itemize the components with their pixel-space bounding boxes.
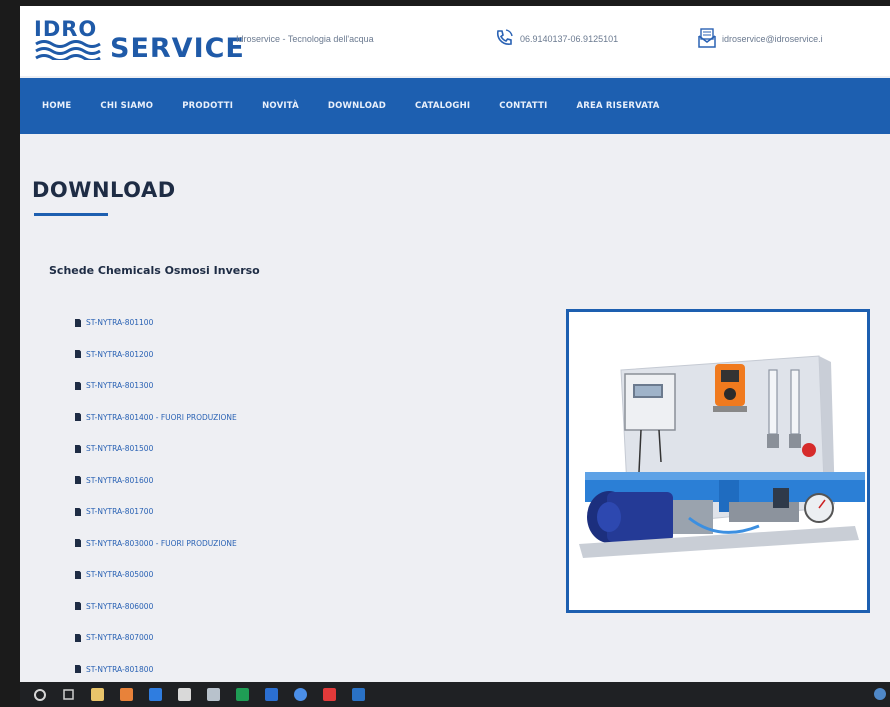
list-item[interactable]: ST-NYTRA-806000 xyxy=(74,591,394,623)
main-navigation: HOME CHI SIAMO PRODOTTI NOVITÀ DOWNLOAD … xyxy=(20,78,890,134)
download-link[interactable]: ST-NYTRA-801600 xyxy=(86,476,153,485)
contact-email[interactable]: idroservice@idroservice.i xyxy=(722,34,823,44)
download-link[interactable]: ST-NYTRA-801800 xyxy=(86,665,153,674)
logo-bottom-text: SERVICE xyxy=(110,33,245,64)
chrome-icon[interactable] xyxy=(294,688,307,701)
acrobat-icon[interactable] xyxy=(323,688,336,701)
browser-viewport: IDRO SERVICE Idroservice - Tecnologia de… xyxy=(20,6,890,682)
file-icon xyxy=(75,539,81,548)
file-icon xyxy=(75,318,81,327)
download-link[interactable]: ST-NYTRA-801100 xyxy=(86,318,153,327)
phone-icon xyxy=(496,29,513,45)
product-image xyxy=(566,309,870,613)
section-title: Schede Chemicals Osmosi Inverso xyxy=(49,264,260,277)
windows-taskbar xyxy=(20,682,890,707)
nav-cataloghi[interactable]: CATALOGHI xyxy=(415,101,470,111)
file-icon xyxy=(75,633,81,642)
download-link[interactable]: ST-NYTRA-801300 xyxy=(86,381,153,390)
start-icon[interactable] xyxy=(34,688,46,701)
file-icon xyxy=(75,602,81,611)
envelope-icon xyxy=(698,28,716,48)
nav-home[interactable]: HOME xyxy=(42,101,71,111)
download-link[interactable]: ST-NYTRA-806000 xyxy=(86,602,153,611)
file-icon xyxy=(75,665,81,674)
download-link[interactable]: ST-NYTRA-803000 - FUORI PRODUZIONE xyxy=(86,539,237,548)
nav-download[interactable]: DOWNLOAD xyxy=(328,101,386,111)
nav-chi-siamo[interactable]: CHI SIAMO xyxy=(100,101,153,111)
site-logo[interactable]: IDRO SERVICE xyxy=(34,17,254,64)
list-item[interactable]: ST-NYTRA-803000 - FUORI PRODUZIONE xyxy=(74,528,394,560)
download-link[interactable]: ST-NYTRA-801200 xyxy=(86,350,153,359)
file-icon xyxy=(75,444,81,453)
outlook-icon[interactable] xyxy=(265,688,278,701)
site-header: IDRO SERVICE Idroservice - Tecnologia de… xyxy=(20,6,890,76)
logo-waves-icon xyxy=(35,40,101,60)
app-icon[interactable] xyxy=(120,688,133,701)
nav-prodotti[interactable]: PRODOTTI xyxy=(182,101,233,111)
list-item[interactable]: ST-NYTRA-807000 xyxy=(74,622,394,654)
search-icon[interactable] xyxy=(62,688,75,701)
file-icon xyxy=(75,570,81,579)
contact-phone[interactable]: 06.9140137-06.9125101 xyxy=(520,34,618,44)
site-tagline: Idroservice - Tecnologia dell'acqua xyxy=(236,34,374,44)
logo-top-text: IDRO xyxy=(34,17,98,41)
file-icon xyxy=(75,413,81,422)
browser-icon[interactable] xyxy=(178,688,191,701)
list-item[interactable]: ST-NYTRA-801700 xyxy=(74,496,394,528)
list-item[interactable]: ST-NYTRA-801200 xyxy=(74,339,394,371)
download-link[interactable]: ST-NYTRA-801500 xyxy=(86,444,153,453)
nav-novita[interactable]: NOVITÀ xyxy=(262,101,299,111)
excel-icon[interactable] xyxy=(236,688,249,701)
list-item[interactable]: ST-NYTRA-801100 xyxy=(74,307,394,339)
app-icon[interactable] xyxy=(352,688,365,701)
download-link[interactable]: ST-NYTRA-801700 xyxy=(86,507,153,516)
list-item[interactable]: ST-NYTRA-801600 xyxy=(74,465,394,497)
list-item[interactable]: ST-NYTRA-801500 xyxy=(74,433,394,465)
pen-icon[interactable] xyxy=(207,688,220,701)
file-icon xyxy=(75,381,81,390)
page-title: DOWNLOAD xyxy=(32,178,176,202)
title-underline xyxy=(34,213,108,216)
download-list: ST-NYTRA-801100 ST-NYTRA-801200 ST-NYTRA… xyxy=(74,307,394,682)
file-icon xyxy=(75,350,81,359)
list-item[interactable]: ST-NYTRA-801400 - FUORI PRODUZIONE xyxy=(74,402,394,434)
nav-area-riservata[interactable]: AREA RISERVATA xyxy=(576,101,659,111)
list-item[interactable]: ST-NYTRA-801800 xyxy=(74,654,394,683)
file-icon xyxy=(75,476,81,485)
notification-icon[interactable] xyxy=(874,688,886,700)
nav-contatti[interactable]: CONTATTI xyxy=(499,101,547,111)
download-link[interactable]: ST-NYTRA-805000 xyxy=(86,570,153,579)
download-link[interactable]: ST-NYTRA-801400 - FUORI PRODUZIONE xyxy=(86,413,237,422)
download-link[interactable]: ST-NYTRA-807000 xyxy=(86,633,153,642)
list-item[interactable]: ST-NYTRA-801300 xyxy=(74,370,394,402)
mail-icon[interactable] xyxy=(149,688,162,701)
file-icon xyxy=(75,507,81,516)
list-item[interactable]: ST-NYTRA-805000 xyxy=(74,559,394,591)
reverse-osmosis-unit-image xyxy=(569,312,867,610)
file-explorer-icon[interactable] xyxy=(91,688,104,701)
